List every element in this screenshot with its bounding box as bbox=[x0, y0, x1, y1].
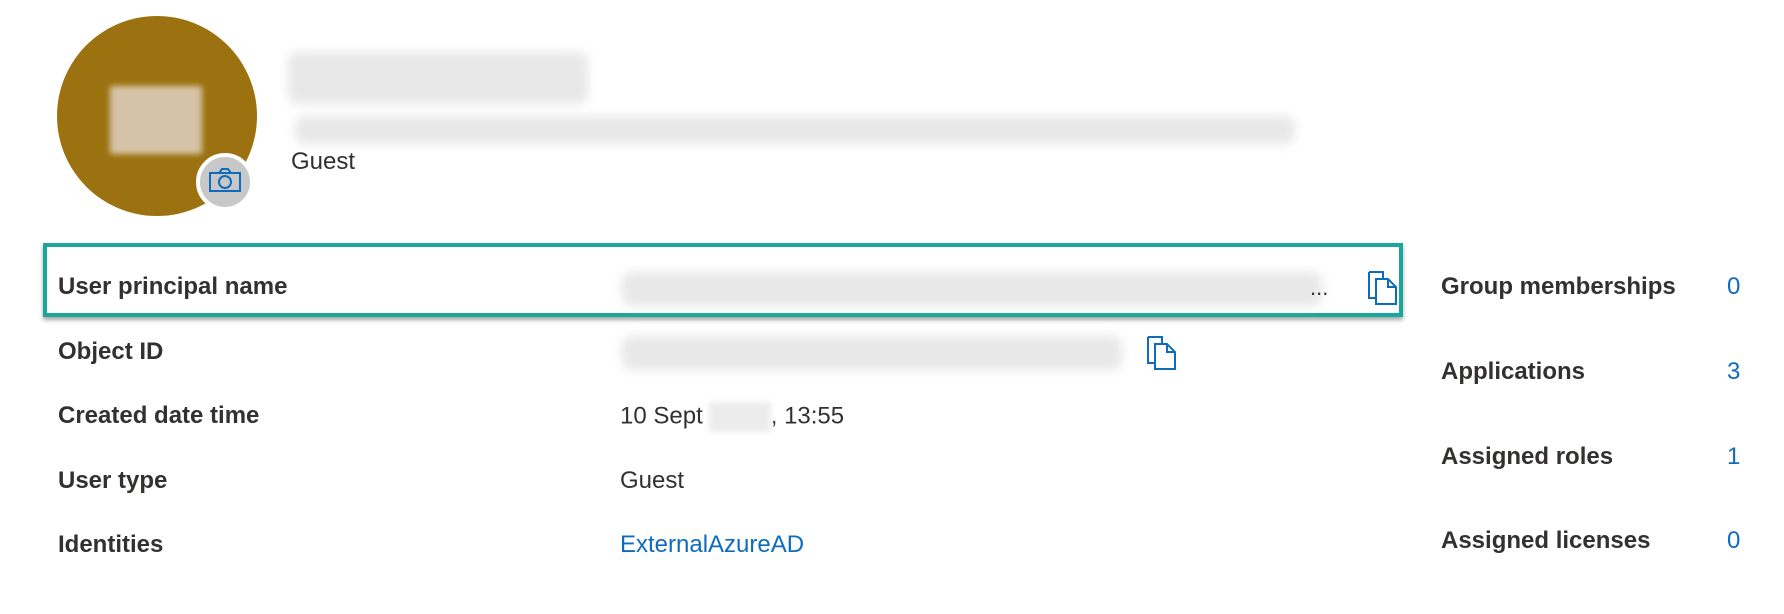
camera-icon bbox=[208, 167, 242, 198]
object-id-label: Object ID bbox=[58, 338, 164, 365]
assigned-roles-label: Assigned roles bbox=[1441, 443, 1614, 470]
user-principal-name-label: User principal name bbox=[58, 273, 288, 300]
applications-label: Applications bbox=[1441, 358, 1586, 385]
change-photo-button[interactable] bbox=[196, 153, 254, 211]
identities-label: Identities bbox=[58, 531, 164, 558]
assigned-licenses-count-link[interactable]: 0 bbox=[1727, 527, 1740, 555]
identities-link[interactable]: ExternalAzureAD bbox=[620, 531, 804, 559]
created-date-time-label: Created date time bbox=[58, 402, 260, 429]
created-date-time-value: 10 Sept , 13:55 bbox=[620, 402, 844, 432]
assigned-roles-count-link[interactable]: 1 bbox=[1727, 443, 1740, 471]
user-email-redacted bbox=[295, 116, 1295, 144]
user-type-value: Guest bbox=[620, 467, 685, 494]
created-date-prefix: 10 Sept bbox=[620, 402, 703, 430]
copy-icon bbox=[1366, 271, 1400, 310]
object-id-value-redacted bbox=[622, 336, 1122, 370]
user-principal-name-ellipsis: ... bbox=[1310, 275, 1329, 300]
copy-object-id-button[interactable] bbox=[1145, 335, 1179, 371]
avatar-initials-redacted bbox=[110, 86, 202, 154]
copy-user-principal-name-button[interactable] bbox=[1366, 270, 1400, 306]
user-display-name-redacted bbox=[288, 52, 588, 104]
created-year-redacted bbox=[708, 402, 771, 432]
applications-count-link[interactable]: 3 bbox=[1727, 358, 1740, 386]
created-time-suffix: , 13:55 bbox=[770, 402, 845, 430]
header-user-type: Guest bbox=[291, 148, 356, 175]
assigned-licenses-label: Assigned licenses bbox=[1441, 527, 1651, 554]
group-memberships-count-link[interactable]: 0 bbox=[1727, 273, 1740, 301]
group-memberships-label: Group memberships bbox=[1441, 273, 1676, 300]
user-type-label: User type bbox=[58, 467, 168, 494]
copy-icon bbox=[1145, 336, 1179, 375]
user-principal-name-value-redacted bbox=[622, 272, 1322, 306]
